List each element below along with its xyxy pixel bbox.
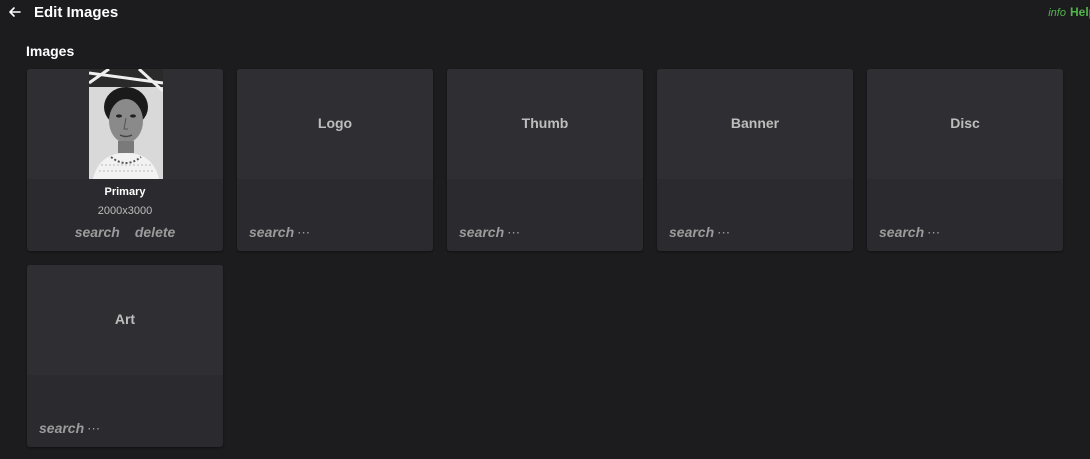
image-type-label: Disc [950, 115, 980, 131]
card-actions: search ⋯ [39, 420, 100, 437]
image-type-label: Primary [104, 186, 146, 198]
delete-button[interactable]: delete [135, 224, 175, 240]
search-button[interactable]: search [39, 420, 84, 436]
card-actions: search ⋯ [669, 224, 730, 241]
more-options-icon[interactable]: ⋯ [297, 225, 310, 240]
image-card-primary: Primary 2000x3000 search delete [27, 69, 223, 251]
back-arrow-icon[interactable] [6, 3, 24, 21]
info-icon: info [1048, 7, 1066, 19]
image-card-thumb: Thumb search ⋯ [447, 69, 643, 251]
image-type-label: Logo [317, 115, 353, 131]
card-actions: search delete [27, 224, 223, 240]
primary-image[interactable] [89, 69, 163, 179]
image-card-banner: Banner search ⋯ [657, 69, 853, 251]
more-options-icon[interactable]: ⋯ [87, 421, 100, 436]
search-button[interactable]: search [879, 224, 924, 240]
more-options-icon[interactable]: ⋯ [507, 225, 520, 240]
image-card-art: Art search ⋯ [27, 265, 223, 447]
help-link[interactable]: Help [1070, 5, 1090, 19]
image-type-label: Art [114, 311, 136, 327]
card-actions: search ⋯ [879, 224, 940, 241]
search-button[interactable]: search [75, 224, 120, 240]
image-preview [27, 69, 223, 179]
search-button[interactable]: search [249, 224, 294, 240]
search-button[interactable]: search [669, 224, 714, 240]
image-type-label: Thumb [521, 115, 569, 131]
more-options-icon[interactable]: ⋯ [927, 225, 940, 240]
section-title: Images [26, 43, 75, 59]
image-card-logo: Logo search ⋯ [237, 69, 433, 251]
image-type-label: Banner [730, 115, 780, 131]
image-card-disc: Disc search ⋯ [867, 69, 1063, 251]
page-title: Edit Images [34, 4, 119, 21]
more-options-icon[interactable]: ⋯ [717, 225, 730, 240]
card-actions: search ⋯ [459, 224, 520, 241]
search-button[interactable]: search [459, 224, 504, 240]
help-area: info Help [1048, 5, 1090, 19]
image-dimensions: 2000x3000 [97, 205, 153, 217]
card-actions: search ⋯ [249, 224, 310, 241]
header-bar: Edit Images info Help [0, 0, 1090, 28]
